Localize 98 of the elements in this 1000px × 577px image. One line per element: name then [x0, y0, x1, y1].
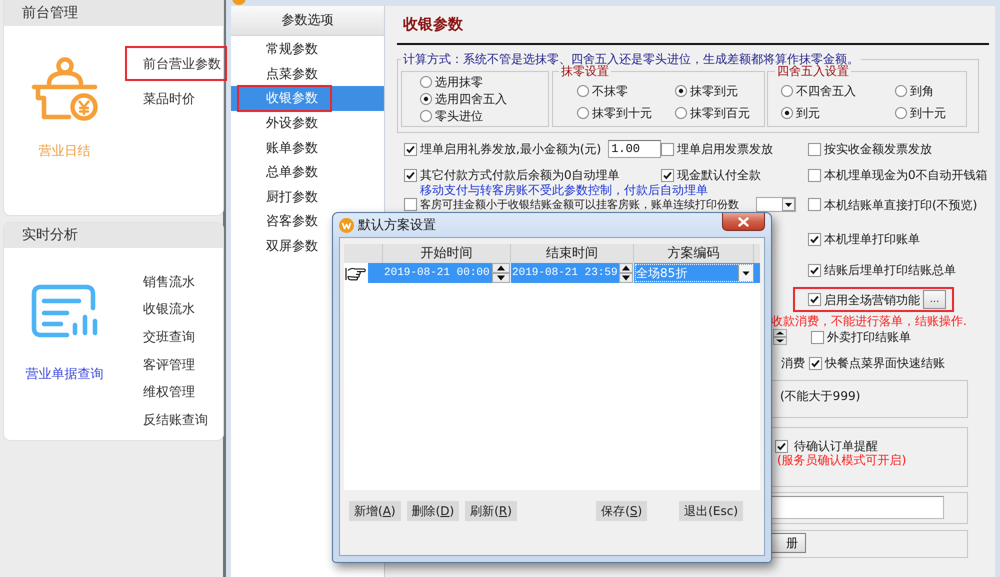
radio-button[interactable] [895, 107, 907, 119]
checkbox[interactable] [661, 142, 674, 156]
sidebar-item[interactable]: 总单参数 [231, 160, 384, 185]
radio-label: 抹零到百元 [690, 106, 750, 120]
checkbox[interactable] [808, 142, 821, 156]
group-legend: 四舍五入设置 [775, 65, 851, 77]
dialog-button[interactable]: 退出(Esc) [679, 501, 743, 521]
radio-label: 不抹零 [592, 84, 628, 98]
radio-button[interactable] [420, 110, 432, 122]
checkbox-label: 本机埋单打印账单 [824, 232, 920, 246]
menu-link[interactable]: 收银流水 [125, 296, 227, 324]
menu-link[interactable]: 菜品时价 [125, 81, 227, 116]
caret-down-icon[interactable] [782, 198, 795, 211]
close-icon[interactable] [738, 216, 749, 226]
radio-button[interactable] [577, 107, 589, 119]
card-title: 前台管理 [4, 0, 223, 26]
card-title: 实时分析 [4, 223, 223, 248]
group-legend: 计算方式：系统不管是选抹零、四舍五入还是零头进位，生成差额都将算作抹零金额。 [401, 53, 861, 65]
amount-field[interactable]: 1.00 [608, 140, 662, 158]
checkbox-label: 快餐点菜界面快速结账 [825, 356, 945, 370]
dialog-button[interactable]: 保存(S) [596, 501, 648, 521]
close-button[interactable] [722, 213, 765, 231]
limit-hint: (不能大于999) [780, 389, 860, 403]
dialog-button[interactable]: 删除(D) [406, 501, 460, 521]
checkbox-label: 其它付款方式付款后余额为0自动埋单 [420, 168, 620, 182]
radio-button[interactable] [675, 107, 687, 119]
checkbox-label: 外卖打印结账单 [827, 330, 911, 344]
radio-label: 零头进位 [435, 108, 483, 122]
checkbox-label: 按实收金额发票发放 [824, 142, 932, 156]
logo-icon [232, 0, 246, 5]
sidebar-header: 参数选项 [231, 6, 384, 36]
radio-label: 到角 [910, 84, 934, 98]
checkbox[interactable] [808, 198, 821, 211]
page-title: 收银参数 [402, 14, 464, 34]
checkbox[interactable] [404, 198, 417, 211]
sidebar-item[interactable]: 账单参数 [231, 135, 384, 160]
more-button[interactable]: ... [923, 290, 946, 309]
checkbox-label: 结账后埋单打印结账总单 [824, 263, 956, 277]
info-note: 移动支付与转客房账不受此参数控制，付款后自动埋单 [419, 184, 709, 197]
checkbox-label: 本机结账单直接打印(不预览) [824, 198, 978, 212]
radio-button[interactable] [675, 85, 687, 97]
checkbox[interactable] [808, 264, 821, 276]
dialog-title: 默认方案设置 [358, 217, 436, 234]
checkbox-label: 现金默认付全款 [677, 168, 761, 182]
checkbox-label: 客房可挂金额小于收银结账金额可以挂客房账，账单连续打印份数 [420, 198, 739, 212]
checkbox-label: 本机埋单现金为0不自动开钱箱 [824, 168, 988, 182]
checkbox[interactable] [775, 440, 788, 452]
dialog-button[interactable]: 新增(A) [349, 501, 401, 521]
up-down-arrows-icon[interactable] [773, 329, 787, 345]
hint-text: (服务员确认模式可开启) [777, 453, 906, 467]
checkbox-label: 埋单启用礼券发放,最小金额为(元) [420, 142, 602, 156]
menu-link[interactable]: 前台营业参数 [125, 46, 227, 81]
radio-label: 选用抹零 [435, 74, 483, 88]
sidebar-item[interactable]: 常规参数 [231, 37, 384, 62]
checkbox-label: 待确认订单提醒 [794, 439, 878, 453]
checkbox[interactable] [404, 168, 417, 182]
checkbox[interactable] [404, 142, 417, 156]
radio-label: 抹零到元 [690, 84, 738, 98]
up-down-arrows-icon[interactable] [619, 263, 633, 283]
dialog-button[interactable]: 刷新(R) [465, 501, 517, 521]
checkbox[interactable] [808, 168, 821, 182]
action-button[interactable]: 册 [771, 533, 806, 553]
group-legend: 抹零设置 [559, 65, 611, 77]
radio-button[interactable] [895, 85, 907, 97]
radio-button[interactable] [420, 76, 432, 88]
checkbox[interactable] [808, 293, 821, 306]
menu-link[interactable]: 销售流水 [125, 268, 227, 296]
checkbox-label: 启用全场营销功能 [824, 292, 920, 306]
pointing-hand-icon [345, 265, 367, 281]
caret-down-icon[interactable] [738, 264, 754, 282]
checkbox[interactable] [811, 330, 824, 344]
up-down-arrows-icon[interactable] [492, 263, 510, 283]
menu-link[interactable]: 维权管理 [125, 378, 227, 406]
sidebar-item[interactable]: 双屏参数 [231, 234, 384, 258]
checkbox[interactable] [808, 232, 821, 246]
checkbox-label: 埋单启用发票发放 [677, 142, 773, 156]
radio-button[interactable] [420, 92, 432, 104]
radio-label: 到元 [796, 106, 820, 120]
radio-label: 抹零到十元 [592, 106, 652, 120]
radio-label: 选用四舍五入 [435, 92, 507, 106]
menu-link[interactable]: 客评管理 [125, 350, 227, 378]
input-field[interactable] [771, 496, 944, 519]
checkbox[interactable] [809, 356, 822, 370]
radio-label: 到十元 [910, 106, 946, 120]
radio-button[interactable] [781, 107, 793, 119]
menu-link[interactable]: 交班查询 [125, 323, 227, 351]
radio-button[interactable] [781, 85, 793, 97]
feature-link[interactable]: 营业单据查询 [26, 367, 104, 383]
partial-label: 消费 [781, 356, 805, 370]
logo-icon [339, 218, 354, 232]
sidebar-item[interactable]: 外设参数 [231, 110, 384, 136]
checkbox[interactable] [661, 168, 674, 182]
radio-label: 不四舍五入 [796, 84, 856, 98]
dropdown-field[interactable] [756, 197, 796, 212]
menu-link[interactable]: 反结账查询 [125, 406, 227, 434]
sidebar-item[interactable]: 点菜参数 [231, 62, 384, 86]
radio-button[interactable] [577, 85, 589, 97]
sidebar-item[interactable]: 厨打参数 [231, 184, 384, 210]
